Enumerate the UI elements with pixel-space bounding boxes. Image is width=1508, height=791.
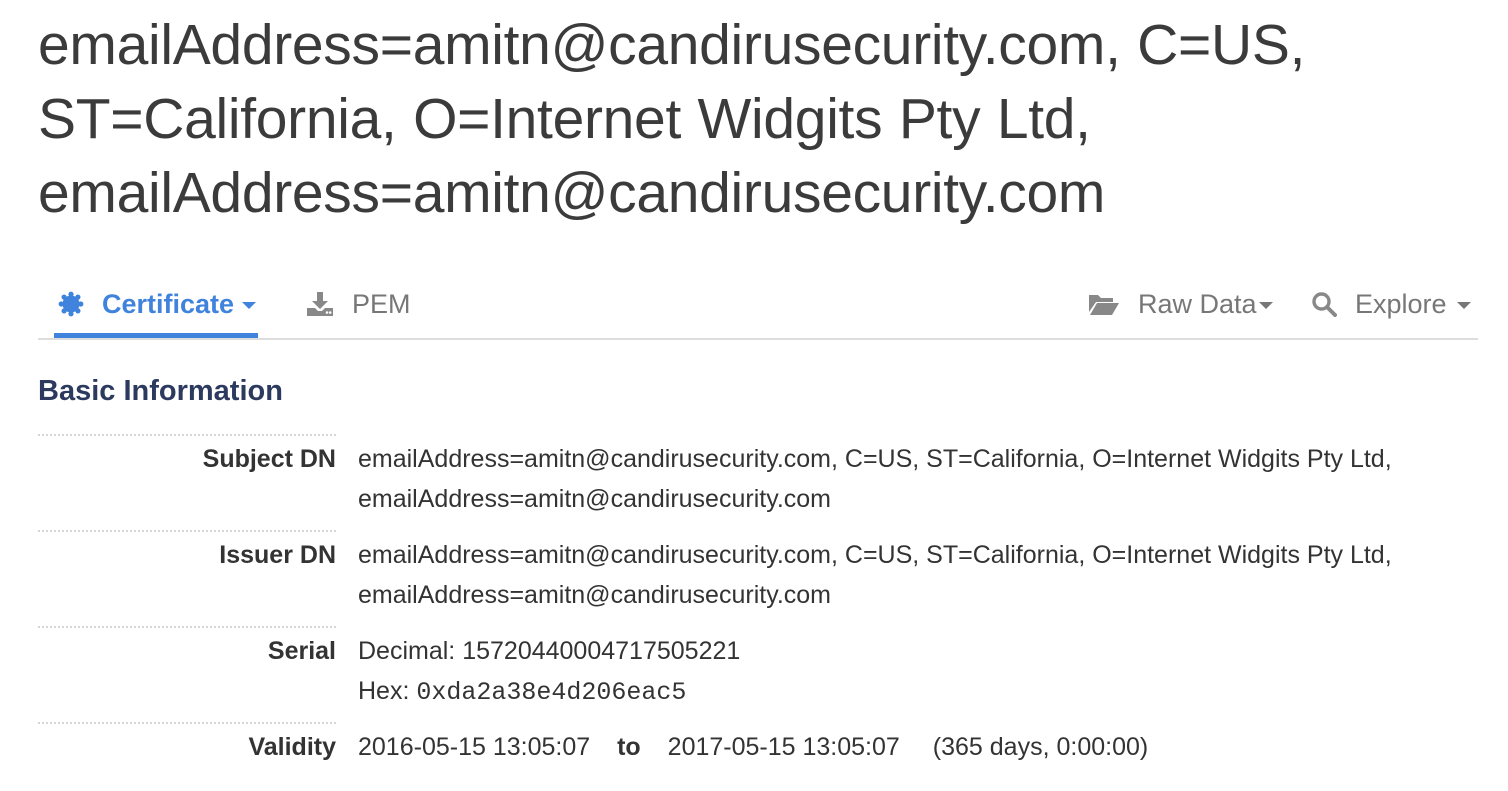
certificate-page: emailAddress=amitn@candirusecurity.com, …	[38, 0, 1478, 761]
serial-decimal-label: Decimal:	[358, 637, 456, 665]
tab-raw-data-label: Raw Data	[1138, 288, 1257, 319]
subject-dn-label: Subject DN	[38, 434, 336, 532]
tab-pem[interactable]: PEM	[306, 270, 411, 338]
info-row-issuer-dn: Issuer DN emailAddress=amitn@candirusecu…	[38, 530, 1478, 628]
chevron-down-icon	[1258, 302, 1273, 309]
serial-decimal-line: Decimal: 15720440004717505221	[358, 631, 1468, 671]
serial-hex-label: Hex:	[358, 677, 410, 705]
validity-to: to	[617, 733, 641, 761]
validity-label: Validity	[38, 722, 336, 784]
info-row-subject-dn: Subject DN emailAddress=amitn@candirusec…	[38, 434, 1478, 532]
subject-dn-value: emailAddress=amitn@candirusecurity.com, …	[358, 445, 1392, 513]
section-title-basic-information: Basic Information	[38, 375, 283, 407]
serial-value: Decimal: 15720440004717505221 Hex: 0xda2…	[358, 628, 1468, 713]
download-icon	[306, 291, 334, 317]
tab-bar: Certificate PEM Raw Data Explore	[38, 270, 1478, 340]
chevron-down-icon	[1456, 302, 1471, 309]
serial-decimal-value: 15720440004717505221	[462, 637, 741, 665]
info-row-serial: Serial Decimal: 15720440004717505221 Hex…	[38, 626, 1478, 724]
tab-pem-label: PEM	[352, 288, 411, 319]
issuer-dn-label: Issuer DN	[38, 530, 336, 628]
folder-open-icon	[1088, 292, 1120, 316]
issuer-dn-value: emailAddress=amitn@candirusecurity.com, …	[358, 541, 1392, 609]
tab-certificate[interactable]: Certificate	[54, 270, 259, 338]
tab-certificate-label: Certificate	[102, 288, 235, 319]
validity-duration: (365 days, 0:00:00)	[932, 733, 1149, 761]
search-icon	[1311, 291, 1337, 317]
basic-information-table: Subject DN emailAddress=amitn@candirusec…	[38, 434, 1478, 784]
page-title: emailAddress=amitn@candirusecurity.com, …	[38, 13, 1306, 225]
chevron-down-icon	[242, 302, 257, 309]
serial-hex-value: 0xda2a38e4d206eac5	[416, 678, 687, 707]
validity-value: 2016-05-15 13:05:07 to 2017-05-15 13:05:…	[358, 724, 1468, 767]
serial-label: Serial	[38, 626, 336, 724]
validity-start: 2016-05-15 13:05:07	[358, 733, 591, 761]
tab-raw-data[interactable]: Raw Data	[1088, 270, 1273, 338]
tab-explore[interactable]: Explore	[1311, 270, 1471, 338]
info-row-validity: Validity 2016-05-15 13:05:07 to 2017-05-…	[38, 722, 1478, 784]
certificate-seal-icon	[58, 291, 84, 317]
tab-explore-label: Explore	[1355, 288, 1447, 319]
serial-hex-line: Hex: 0xda2a38e4d206eac5	[358, 671, 1468, 713]
validity-end: 2017-05-15 13:05:07	[667, 733, 900, 761]
